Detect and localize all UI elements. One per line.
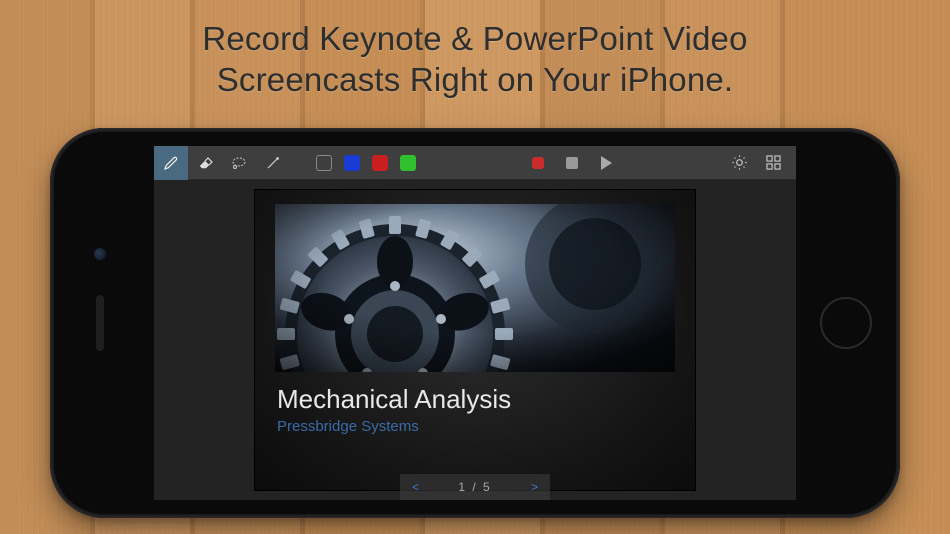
- headline-line-2: Screencasts Right on Your iPhone.: [217, 61, 734, 98]
- pencil-tool[interactable]: [154, 146, 188, 180]
- pencil-icon: [163, 155, 179, 171]
- promo-headline: Record Keynote & PowerPoint Video Screen…: [0, 18, 950, 101]
- phone-speaker: [96, 295, 104, 351]
- playback-controls: [521, 146, 623, 179]
- drawing-tools: [154, 146, 290, 179]
- lasso-tool[interactable]: [222, 146, 256, 180]
- slide-counter: 1 / 5: [458, 480, 491, 494]
- slide-subtitle: Pressbridge Systems: [277, 418, 419, 435]
- phone-camera: [94, 248, 106, 260]
- settings-button[interactable]: [722, 146, 756, 180]
- pointer-tool[interactable]: [256, 146, 290, 180]
- eraser-tool[interactable]: [188, 146, 222, 180]
- headline-line-1: Record Keynote & PowerPoint Video: [202, 20, 747, 57]
- toolbar: [154, 146, 796, 180]
- stop-button[interactable]: [555, 146, 589, 180]
- eraser-icon: [197, 155, 213, 171]
- slide-title: Mechanical Analysis: [277, 384, 511, 415]
- app-screen: Mechanical Analysis Pressbridge Systems …: [154, 146, 796, 500]
- color-red[interactable]: [372, 155, 388, 171]
- grid-button[interactable]: [756, 146, 790, 180]
- prev-slide-button[interactable]: <: [412, 480, 419, 494]
- slide-pager: < 1 / 5 >: [400, 474, 550, 500]
- lasso-icon: [230, 155, 248, 171]
- color-blue[interactable]: [344, 155, 360, 171]
- stop-icon: [566, 157, 578, 169]
- current-slide: Mechanical Analysis Pressbridge Systems: [255, 190, 695, 490]
- record-button[interactable]: [521, 146, 555, 180]
- next-slide-button[interactable]: >: [531, 480, 538, 494]
- play-button[interactable]: [589, 146, 623, 180]
- utility-tools: [722, 146, 790, 180]
- record-icon: [532, 157, 544, 169]
- play-icon: [601, 156, 612, 170]
- gear-icon: [731, 154, 748, 171]
- slide-image: [275, 204, 675, 372]
- home-button[interactable]: [820, 297, 872, 349]
- pointer-icon: [265, 155, 281, 171]
- color-green[interactable]: [400, 155, 416, 171]
- phone-frame: Mechanical Analysis Pressbridge Systems …: [50, 128, 900, 518]
- slide-canvas[interactable]: Mechanical Analysis Pressbridge Systems …: [154, 180, 796, 500]
- color-palette: [310, 146, 422, 179]
- color-black[interactable]: [316, 155, 332, 171]
- grid-icon: [766, 155, 781, 170]
